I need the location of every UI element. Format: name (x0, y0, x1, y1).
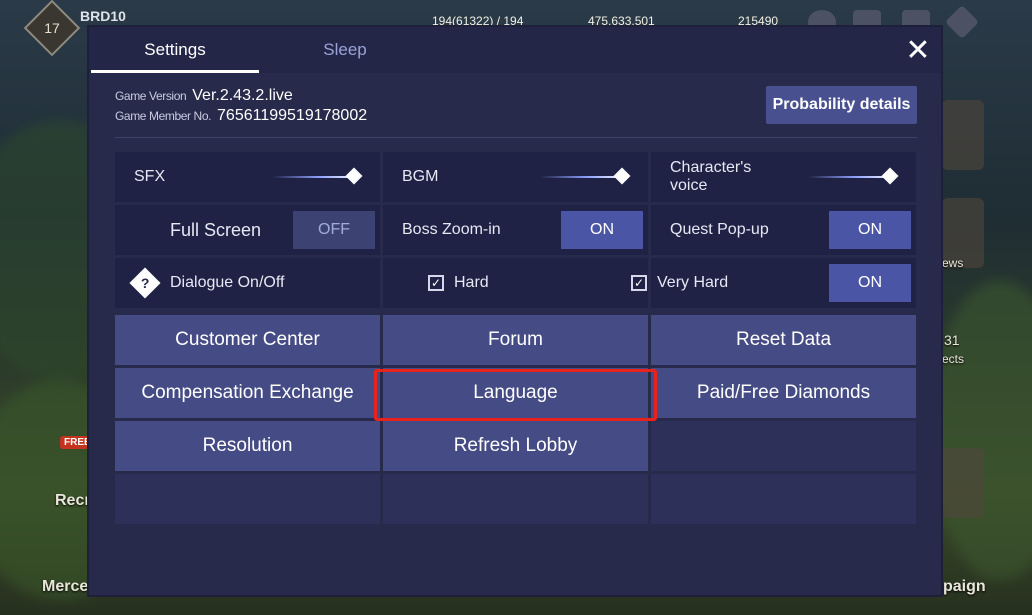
close-icon[interactable]: ✕ (901, 33, 935, 67)
voice-label: Character's voice (670, 159, 752, 194)
gold-value: 475,633,501 (588, 14, 655, 28)
mercenary-label[interactable]: Merce (42, 578, 88, 596)
slider-track (808, 176, 888, 178)
member-label: Game Member No. (115, 109, 212, 123)
full-screen-label: Full Screen (170, 219, 262, 240)
boss-zoom-cell: Boss Zoom-in ON (383, 205, 648, 255)
full-screen-toggle[interactable]: OFF (293, 211, 375, 249)
refresh-lobby-button[interactable]: Refresh Lobby (383, 421, 648, 471)
dialogue-row: ? Dialogue On/Off (129, 258, 285, 308)
very-hard-checkbox[interactable]: ✓ (631, 275, 647, 291)
quest-popup-toggle[interactable]: ON (829, 211, 911, 249)
objects-count: 31 (944, 332, 960, 348)
boss-zoom-label: Boss Zoom-in (402, 221, 501, 238)
bgm-slider[interactable] (540, 167, 631, 185)
background-card (942, 100, 984, 170)
empty-slot (651, 474, 916, 524)
probability-details-button[interactable]: Probability details (766, 86, 917, 124)
very-hard-row[interactable]: ✓ Very Hard (631, 258, 728, 308)
hard-row[interactable]: ✓ Hard (428, 258, 489, 308)
voice-slider[interactable] (808, 167, 899, 185)
dialogue-label: Dialogue On/Off (170, 274, 285, 291)
member-row: Game Member No. 76561199519178002 (115, 107, 367, 127)
news-label[interactable]: ews (942, 256, 963, 270)
campaign-label[interactable]: paign (943, 578, 986, 596)
voice-cell: Character's voice (651, 152, 916, 202)
stamina-value: 194(61322) / 194 (432, 14, 524, 28)
level-badge: 17 (23, 0, 81, 57)
game-info: Game Version Ver.2.43.2.live Game Member… (115, 87, 367, 127)
slider-knob[interactable] (881, 167, 899, 185)
version-row: Game Version Ver.2.43.2.live (115, 87, 367, 107)
paid-free-diamonds-button[interactable]: Paid/Free Diamonds (651, 368, 916, 418)
tab-bar: Settings Sleep ✕ (89, 27, 941, 73)
tab-sleep[interactable]: Sleep (261, 27, 429, 73)
version-value: Ver.2.43.2.live (192, 87, 293, 104)
sfx-slider[interactable] (272, 167, 363, 185)
background-card (942, 448, 984, 518)
empty-slot (383, 474, 648, 524)
objects-label[interactable]: ects (942, 352, 964, 366)
customer-center-button[interactable]: Customer Center (115, 315, 380, 365)
bgm-cell: BGM (383, 152, 648, 202)
help-icon[interactable] (945, 5, 979, 39)
quest-popup-label: Quest Pop-up (670, 221, 769, 238)
empty-slot (115, 474, 380, 524)
hard-label: Hard (454, 274, 489, 291)
resolution-button[interactable]: Resolution (115, 421, 380, 471)
quest-popup-cell: Quest Pop-up ON (651, 205, 916, 255)
full-screen-cell: Full Screen OFF (115, 205, 380, 255)
reset-data-button[interactable]: Reset Data (651, 315, 916, 365)
divider (115, 137, 917, 138)
slider-track (272, 176, 352, 178)
settings-modal: Settings Sleep ✕ Game Version Ver.2.43.2… (89, 27, 941, 595)
tab-settings[interactable]: Settings (91, 27, 259, 73)
bgm-label: BGM (402, 168, 439, 185)
sfx-label: SFX (134, 168, 166, 185)
very-hard-cell: ✓ Very Hard ON (631, 258, 916, 308)
level-value: 17 (44, 20, 60, 36)
diamond-value: 215490 (738, 14, 779, 28)
slider-track (540, 176, 620, 178)
boss-zoom-toggle[interactable]: ON (561, 211, 643, 249)
compensation-exchange-button[interactable]: Compensation Exchange (115, 368, 380, 418)
slider-knob[interactable] (345, 167, 363, 185)
hard-cell: ✓ Hard (383, 258, 648, 308)
member-value: 76561199519178002 (217, 107, 368, 124)
background-foliage (930, 280, 1032, 580)
empty-slot (651, 421, 916, 471)
dialogue-toggle[interactable]: ON (829, 264, 911, 302)
forum-button[interactable]: Forum (383, 315, 648, 365)
help-icon[interactable]: ? (129, 267, 161, 299)
version-label: Game Version (115, 89, 187, 103)
slider-knob[interactable] (613, 167, 631, 185)
sfx-cell: SFX (115, 152, 380, 202)
active-tab-indicator (91, 70, 259, 73)
dialogue-cell: ? Dialogue On/Off (115, 258, 380, 308)
player-name: BRD10 (80, 8, 126, 24)
recruit-label[interactable]: Recr (55, 492, 91, 510)
language-button[interactable]: Language (383, 368, 648, 418)
very-hard-label: Very Hard (657, 274, 729, 291)
hard-checkbox[interactable]: ✓ (428, 275, 444, 291)
